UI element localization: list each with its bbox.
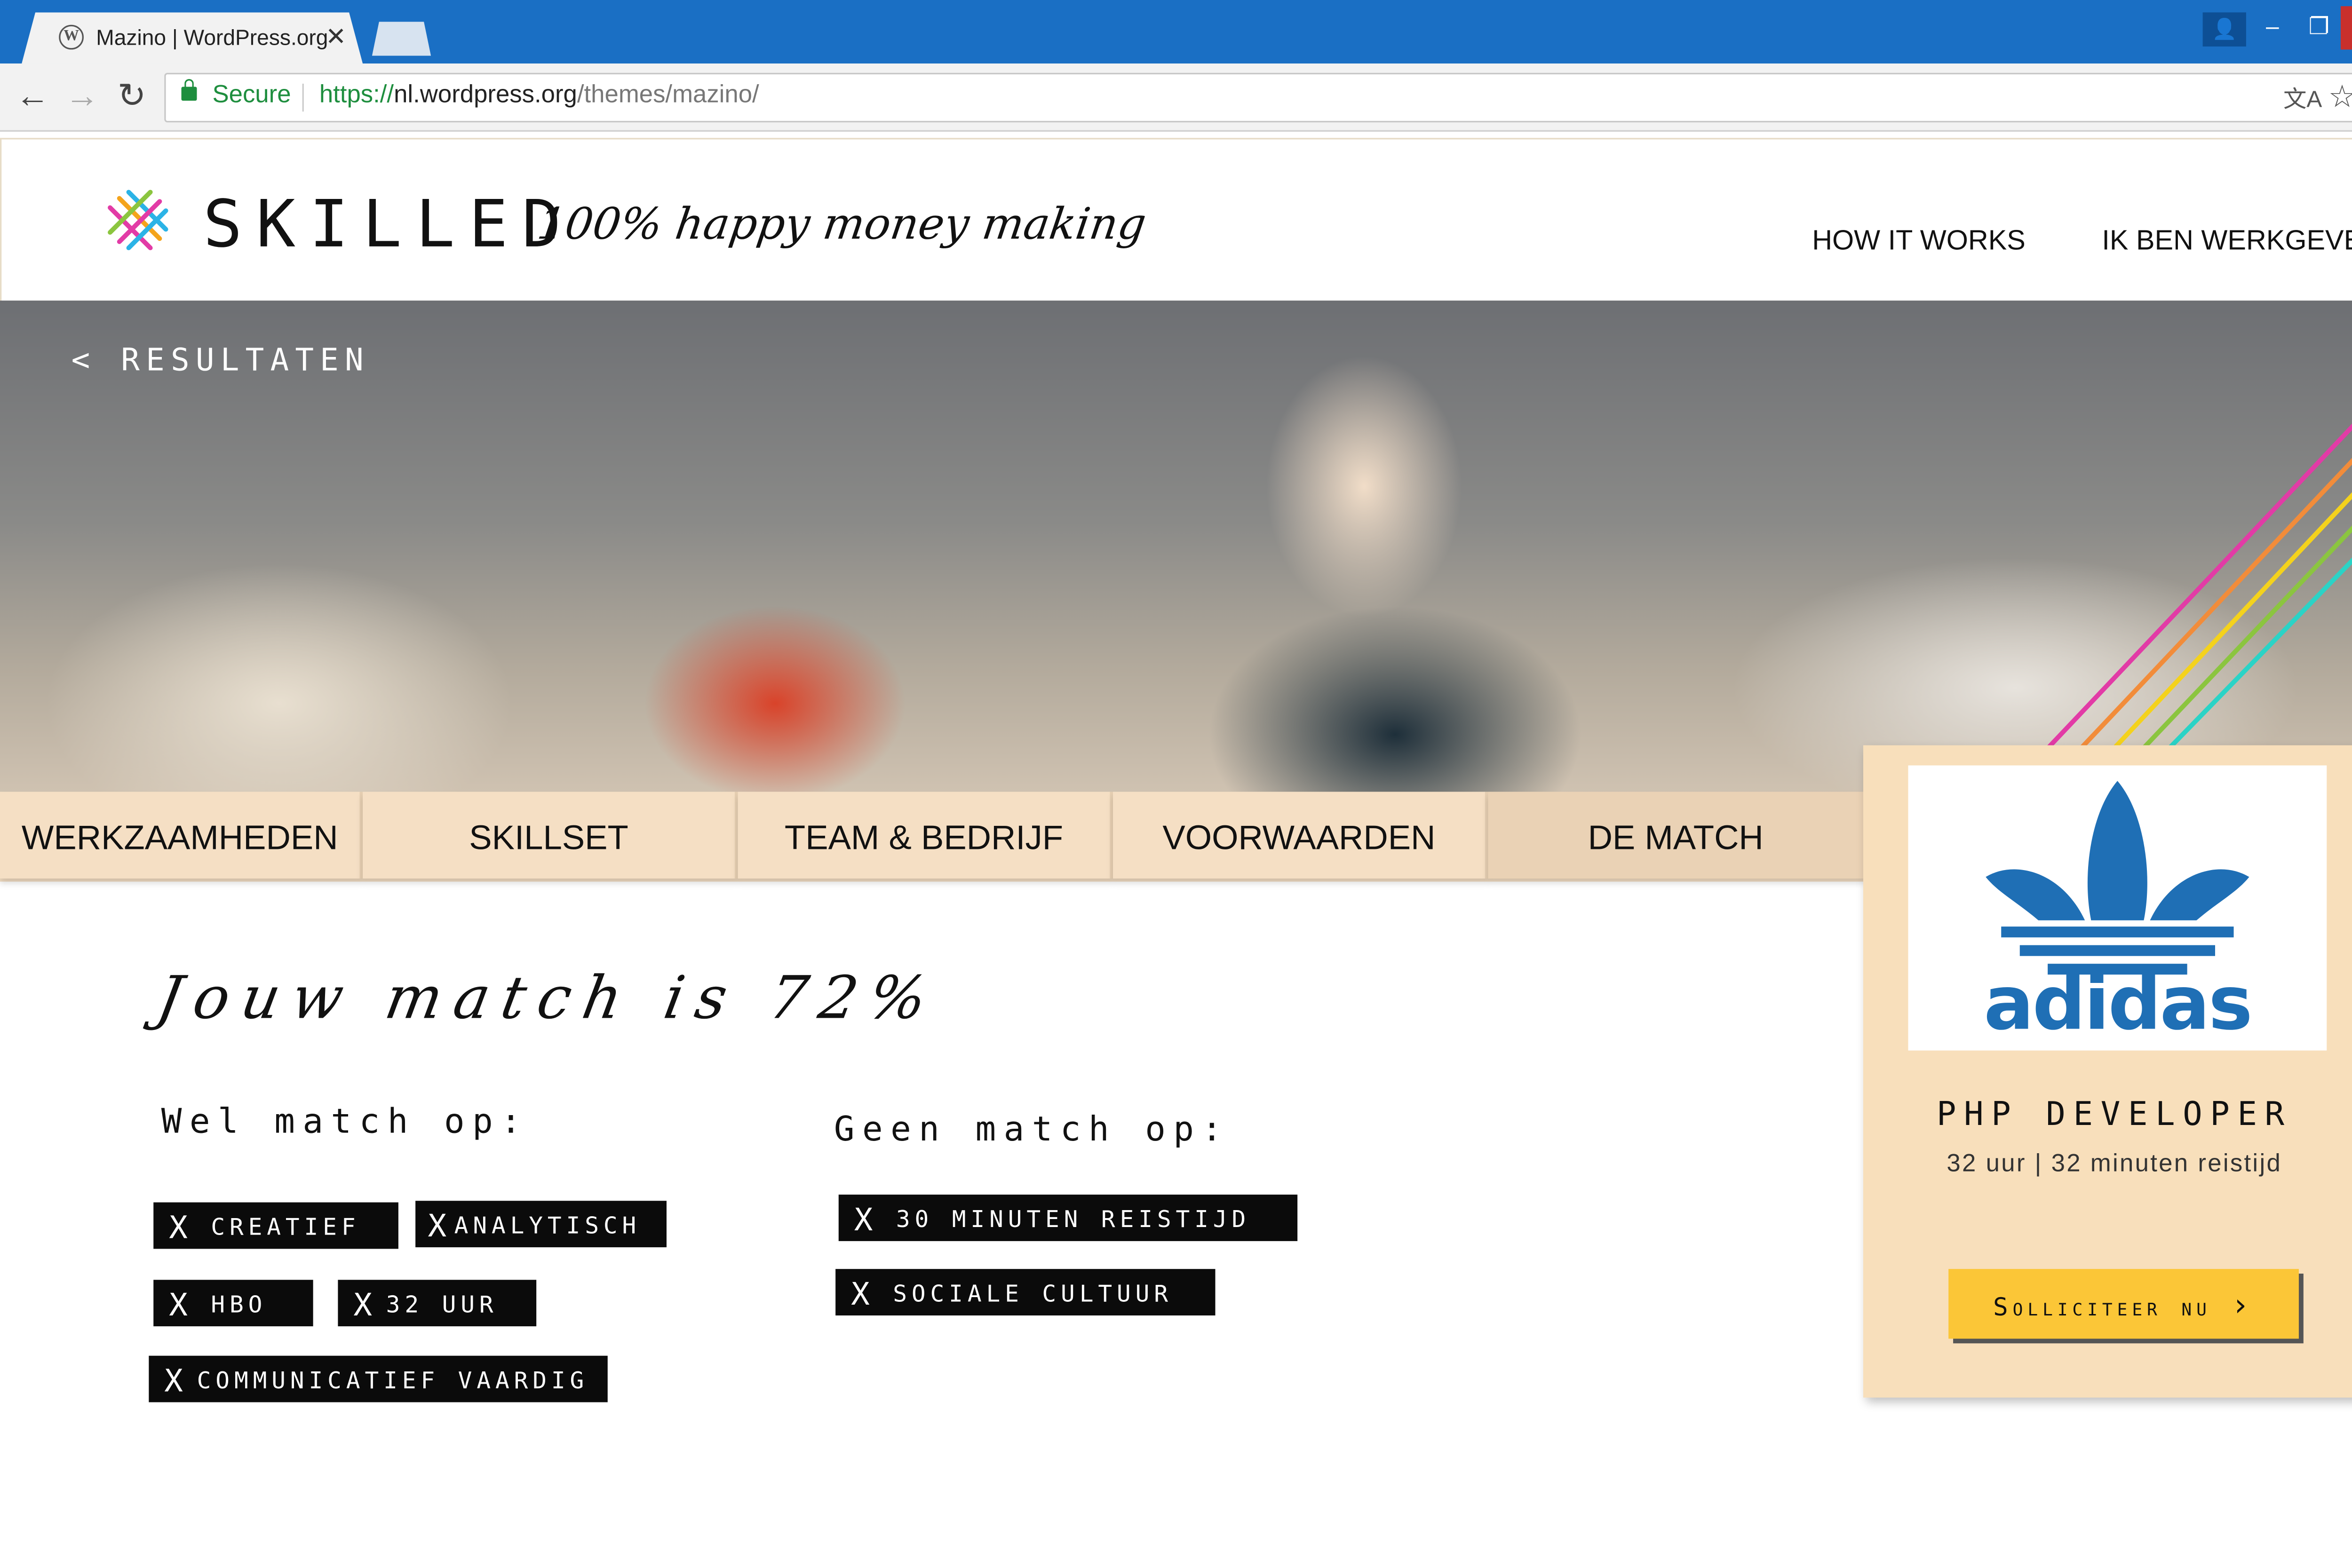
forward-arrow-icon[interactable]: →	[62, 76, 103, 116]
tab-voorwaarden[interactable]: VOORWAARDEN	[1113, 792, 1488, 879]
minimize-icon[interactable]: –	[2251, 9, 2294, 47]
match-tag[interactable]: X HBO	[153, 1280, 313, 1329]
match-title: Jouw match is 72%	[152, 964, 945, 1032]
hero-image: < RESULTATEN	[0, 301, 2352, 792]
restore-icon[interactable]: ❐	[2297, 9, 2341, 47]
wordpress-icon: W	[59, 24, 84, 50]
site-tagline: 100% happy money making	[534, 198, 1150, 250]
tag-label: CREATIEF	[211, 1213, 360, 1241]
tag-label: ANALYTISCH	[454, 1212, 641, 1240]
company-name: adidas	[1984, 960, 2253, 1048]
address-separator	[302, 83, 304, 112]
remove-tag-icon[interactable]: X	[851, 1269, 874, 1318]
url-path: /themes/mazino/	[577, 82, 759, 109]
apply-button[interactable]: Solliciteer nu ›	[1948, 1269, 2299, 1339]
remove-tag-icon[interactable]: X	[854, 1195, 878, 1244]
wel-match-heading: Wel match op:	[161, 1103, 529, 1142]
nav-how-it-works[interactable]: HOW IT WORKS	[1812, 225, 2026, 257]
tag-label: COMMUNICATIEF VAARDIG	[197, 1366, 589, 1395]
bookmark-star-icon[interactable]: ☆	[2328, 78, 2352, 116]
tab-de-match[interactable]: DE MATCH	[1488, 792, 1867, 879]
match-tag[interactable]: X CREATIEF	[153, 1202, 398, 1252]
no-match-tag[interactable]: X 30 MINUTEN REISTIJD	[838, 1195, 1298, 1244]
site-logo-text[interactable]: SKILLED	[203, 186, 575, 261]
secure-label: Secure	[212, 82, 291, 109]
tag-label: SOCIALE CULTUUR	[893, 1280, 1173, 1308]
remove-tag-icon[interactable]: X	[428, 1201, 452, 1250]
company-logo: adidas	[1908, 765, 2327, 1051]
tab-skillset[interactable]: SKILLSET	[363, 792, 738, 879]
url-scheme: https://	[319, 82, 394, 109]
tab-close-icon[interactable]: ✕	[326, 22, 346, 53]
tab-werkzaamheden[interactable]: WERKZAAMHEDEN	[0, 792, 363, 879]
window-close-icon[interactable]: ✕	[2340, 6, 2352, 50]
apply-label: Solliciteer nu	[1993, 1292, 2211, 1322]
browser-titlebar: W Mazino | WordPress.org ✕ 👤 – ❐ ✕	[0, 0, 2352, 64]
user-profile-icon[interactable]: 👤	[2202, 12, 2246, 47]
geen-match-heading: Geen match op:	[834, 1111, 1230, 1150]
job-card: adidas PHP DEVELOPER 32 uur | 32 minuten…	[1863, 745, 2352, 1398]
remove-tag-icon[interactable]: X	[169, 1280, 192, 1329]
back-to-results-link[interactable]: < RESULTATEN	[72, 341, 370, 378]
tag-label: 32 UUR	[386, 1291, 498, 1319]
no-match-tag[interactable]: X SOCIALE CULTUUR	[835, 1269, 1216, 1318]
tab-title: Mazino | WordPress.org	[96, 24, 328, 50]
match-tag[interactable]: X ANALYTISCH	[415, 1201, 667, 1250]
reload-icon[interactable]: ↻	[111, 76, 152, 116]
remove-tag-icon[interactable]: X	[164, 1356, 188, 1405]
browser-toolbar: ← → ↻ Secure https://nl.wordpress.org/th…	[0, 63, 2352, 132]
tag-label: HBO	[211, 1291, 267, 1319]
skilled-logo-icon[interactable]	[104, 186, 172, 254]
url-host: nl.wordpress.org	[394, 82, 577, 109]
remove-tag-icon[interactable]: X	[353, 1280, 377, 1329]
back-arrow-icon[interactable]: ←	[12, 76, 53, 116]
url-text[interactable]: https://nl.wordpress.org/themes/mazino/	[319, 82, 759, 110]
match-tag[interactable]: X 32 UUR	[338, 1280, 537, 1329]
match-tag[interactable]: X COMMUNICATIEF VAARDIG	[149, 1355, 608, 1405]
tag-label: 30 MINUTEN REISTIJD	[896, 1205, 1251, 1234]
browser-tab[interactable]: W Mazino | WordPress.org ✕	[22, 12, 363, 64]
lock-icon	[181, 79, 197, 101]
chevron-right-icon: ›	[2231, 1286, 2255, 1323]
new-tab-button[interactable]	[372, 22, 431, 56]
site-header: SKILLED 100% happy money making HOW IT W…	[0, 138, 2352, 302]
translate-icon[interactable]: 文A	[2283, 82, 2322, 115]
tab-team-bedrijf[interactable]: TEAM & BEDRIJF	[738, 792, 1113, 879]
address-bar[interactable]: Secure https://nl.wordpress.org/themes/m…	[164, 72, 2352, 123]
nav-ik-ben-werkgever[interactable]: IK BEN WERKGEVER	[2102, 225, 2352, 257]
detail-tabs: WERKZAAMHEDEN SKILLSET TEAM & BEDRIJF VO…	[0, 792, 1867, 882]
job-subtitle: 32 uur | 32 minuten reistijd	[1947, 1151, 2282, 1178]
remove-tag-icon[interactable]: X	[169, 1203, 192, 1252]
job-title: PHP DEVELOPER	[1936, 1095, 2292, 1133]
